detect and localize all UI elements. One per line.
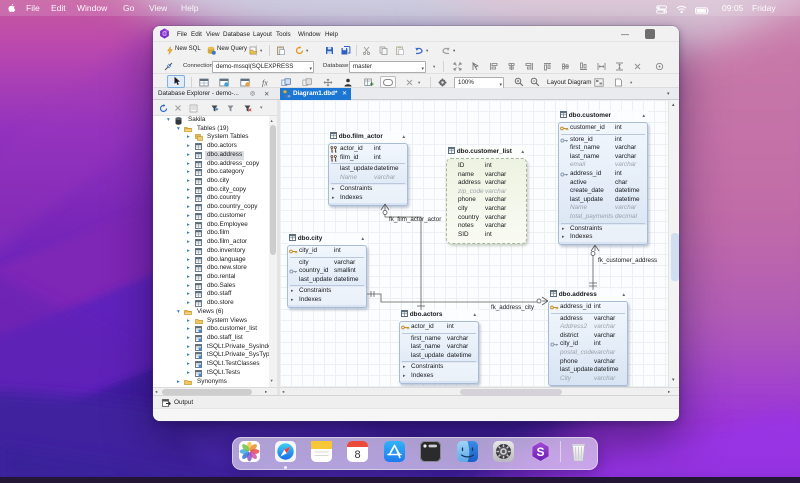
svg-text:S: S [536, 445, 544, 459]
svg-text:fk_customer_address: fk_customer_address [598, 257, 657, 264]
svg-text:fk_film_actor_actor: fk_film_actor_actor [389, 216, 441, 223]
svg-text:fk_address_city: fk_address_city [491, 304, 535, 311]
svg-text:8: 8 [354, 449, 360, 461]
svg-text:fx: fx [262, 79, 268, 88]
